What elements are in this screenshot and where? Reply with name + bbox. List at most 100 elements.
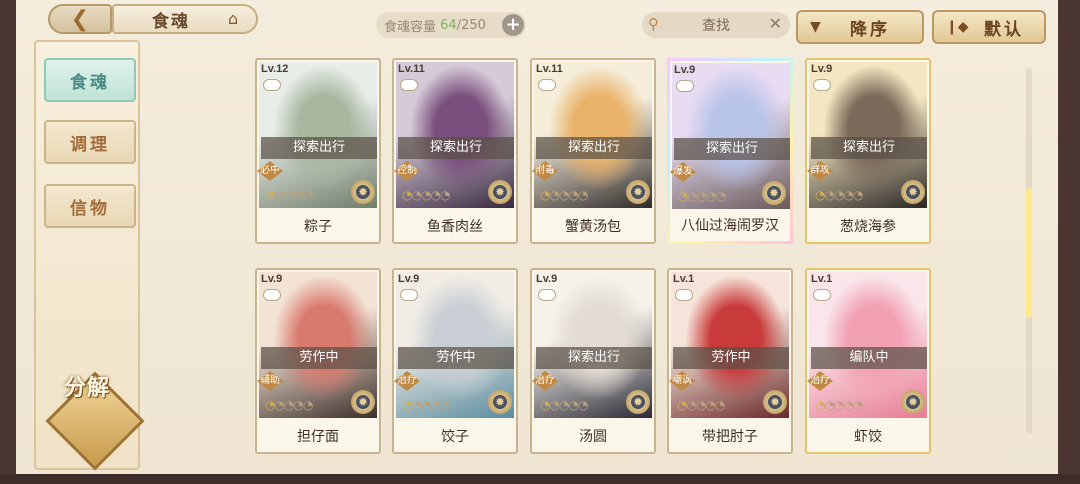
star-rating: ◔◔◔◔◔ xyxy=(540,398,589,412)
card-name: 八仙过海闹罗汉 xyxy=(670,211,790,241)
element-gem-icon: ✹ xyxy=(351,180,375,204)
card-name: 葱烧海参 xyxy=(807,212,929,242)
food-soul-card[interactable]: Lv.9 探索出行 群攻 ◔◔◔◔◔ ✹ 葱烧海参 xyxy=(805,58,931,244)
card-level: Lv.9 xyxy=(261,273,283,285)
food-soul-card[interactable]: Lv.9 探索出行 治疗 ◔◔◔◔◔ ✹ 汤圆 xyxy=(530,268,656,454)
food-soul-card[interactable]: Lv.1 劳作中 嘲讽 ◔◔◔◔◔ ✹ 带把肘子 xyxy=(667,268,793,454)
capacity-used: 64 xyxy=(440,17,457,33)
star-icon: ◔ xyxy=(274,398,285,412)
star-icon: ◔ xyxy=(274,188,285,202)
cup-icon xyxy=(676,80,694,92)
star-icon: ◔ xyxy=(302,188,314,202)
search-icon: ⚲ xyxy=(648,15,659,33)
food-soul-card[interactable]: Lv.9 探索出行 爆发 ◔◔◔◔◔ ✹ 八仙过海闹罗汉 xyxy=(667,58,793,244)
card-level: Lv.9 xyxy=(536,273,558,285)
star-rating: ◔◔◔◔◔ xyxy=(678,189,726,203)
food-soul-card[interactable]: Lv.11 探索出行 控制 ◔◔◔◔◔ ✹ 鱼香肉丝 xyxy=(392,58,518,244)
sort-button[interactable]: ▼ 降序 xyxy=(796,10,924,44)
star-icon: ◔ xyxy=(293,188,304,202)
star-icon: ◔ xyxy=(430,398,441,412)
card-status: 探索出行 xyxy=(811,137,927,159)
card-level: Lv.12 xyxy=(261,63,289,75)
card-status: 劳作中 xyxy=(673,347,789,369)
card-status: 探索出行 xyxy=(536,347,652,369)
close-icon[interactable]: ✕ xyxy=(769,14,782,33)
star-icon: ◔ xyxy=(686,398,697,412)
star-icon: ◔ xyxy=(439,398,451,412)
sidebar-item-tokens[interactable]: 信物 xyxy=(44,184,136,228)
star-icon: ◔ xyxy=(843,398,854,412)
star-icon: ◔ xyxy=(439,188,451,202)
cup-icon xyxy=(538,289,556,301)
card-status: 探索出行 xyxy=(536,137,652,159)
star-icon: ◔ xyxy=(714,398,726,412)
capacity-indicator: 食魂容量 64/250 + xyxy=(376,12,526,38)
star-rating: ◔◔◔◔◔ xyxy=(815,188,863,202)
home-icon[interactable]: ⌂ xyxy=(228,9,250,28)
cup-icon xyxy=(813,289,831,301)
star-icon: ◔ xyxy=(411,188,422,202)
star-icon: ◔ xyxy=(549,188,560,202)
card-name: 虾饺 xyxy=(807,422,929,452)
element-gem-icon: ✹ xyxy=(488,390,512,414)
card-level: Lv.1 xyxy=(673,273,695,285)
card-status: 劳作中 xyxy=(261,347,377,369)
food-soul-card[interactable]: Lv.11 探索出行 附毒 ◔◔◔◔◔ ✹ 蟹黄汤包 xyxy=(530,58,656,244)
element-gem-icon: ✹ xyxy=(351,390,375,414)
star-icon: ◔ xyxy=(824,398,835,412)
element-gem-icon: ✹ xyxy=(626,180,650,204)
element-gem-icon: ✹ xyxy=(901,180,925,204)
cup-icon xyxy=(400,79,418,91)
scrollbar-thumb[interactable] xyxy=(1026,188,1032,318)
search-placeholder: 查找 xyxy=(702,18,730,34)
card-status: 探索出行 xyxy=(261,137,377,159)
triangle-down-icon: ▼ xyxy=(810,19,821,35)
top-bar: ❮ 食魂 ⌂ 食魂容量 64/250 + ⚲ 查找 ✕ ▼ 降序 ❙◆ 默认 xyxy=(16,0,1058,48)
card-level: Lv.1 xyxy=(811,273,833,285)
right-frame xyxy=(1058,0,1080,484)
bottom-frame xyxy=(0,474,1080,484)
star-icon: ◔ xyxy=(687,189,698,203)
element-gem-icon: ✹ xyxy=(762,181,786,205)
decompose-label[interactable]: 分解 xyxy=(42,370,132,402)
capacity-total: /250 xyxy=(456,17,486,33)
food-soul-card[interactable]: Lv.12 探索出行 必中 ◔◔◔◔◔ ✹ 粽子 xyxy=(255,58,381,244)
card-status: 探索出行 xyxy=(398,137,514,159)
sort-label: 降序 xyxy=(850,19,890,40)
sidebar-item-seasoning[interactable]: 调理 xyxy=(44,120,136,164)
search-input[interactable]: ⚲ 查找 ✕ xyxy=(642,12,790,38)
card-name: 汤圆 xyxy=(532,422,654,452)
food-soul-card[interactable]: Lv.9 劳作中 治疗 ◔◔◔◔◔ ✹ 饺子 xyxy=(392,268,518,454)
card-status: 探索出行 xyxy=(674,138,790,160)
food-soul-card[interactable]: Lv.9 劳作中 辅助 ◔◔◔◔◔ ✹ 担仔面 xyxy=(255,268,381,454)
cup-icon xyxy=(263,79,281,91)
star-icon: ◔ xyxy=(302,398,314,412)
card-level: Lv.9 xyxy=(398,273,420,285)
back-button[interactable]: ❮ xyxy=(48,4,112,34)
card-name: 鱼香肉丝 xyxy=(394,212,516,242)
sidebar-item-food-soul[interactable]: 食魂 xyxy=(44,58,136,102)
star-rating: ◔◔◔◔◔ xyxy=(402,188,451,202)
card-level: Lv.9 xyxy=(811,63,833,75)
star-icon: ◔ xyxy=(549,398,560,412)
scrollbar[interactable] xyxy=(1026,68,1032,434)
star-rating: ◔◔◔◔◔ xyxy=(265,188,314,202)
card-name: 饺子 xyxy=(394,422,516,452)
card-level: Lv.9 xyxy=(674,64,696,76)
star-icon: ◔ xyxy=(705,398,716,412)
star-icon: ◔ xyxy=(577,398,589,412)
game-screen: ❮ 食魂 ⌂ 食魂容量 64/250 + ⚲ 查找 ✕ ▼ 降序 ❙◆ 默认 食… xyxy=(0,0,1080,484)
default-button[interactable]: ❙◆ 默认 xyxy=(932,10,1046,44)
star-icon: ◔ xyxy=(852,398,864,412)
card-status: 劳作中 xyxy=(398,347,514,369)
element-gem-icon: ✹ xyxy=(763,390,787,414)
star-icon: ◔ xyxy=(430,188,441,202)
plus-icon[interactable]: + xyxy=(502,14,524,36)
left-frame xyxy=(0,0,16,484)
star-icon: ◔ xyxy=(568,188,579,202)
star-icon: ◔ xyxy=(293,398,304,412)
card-status: 编队中 xyxy=(811,347,927,369)
card-level: Lv.11 xyxy=(536,63,563,75)
food-soul-card[interactable]: Lv.1 编队中 治疗 ◔◔◔◔◔ ✹ 虾饺 xyxy=(805,268,931,454)
element-gem-icon: ✹ xyxy=(626,390,650,414)
